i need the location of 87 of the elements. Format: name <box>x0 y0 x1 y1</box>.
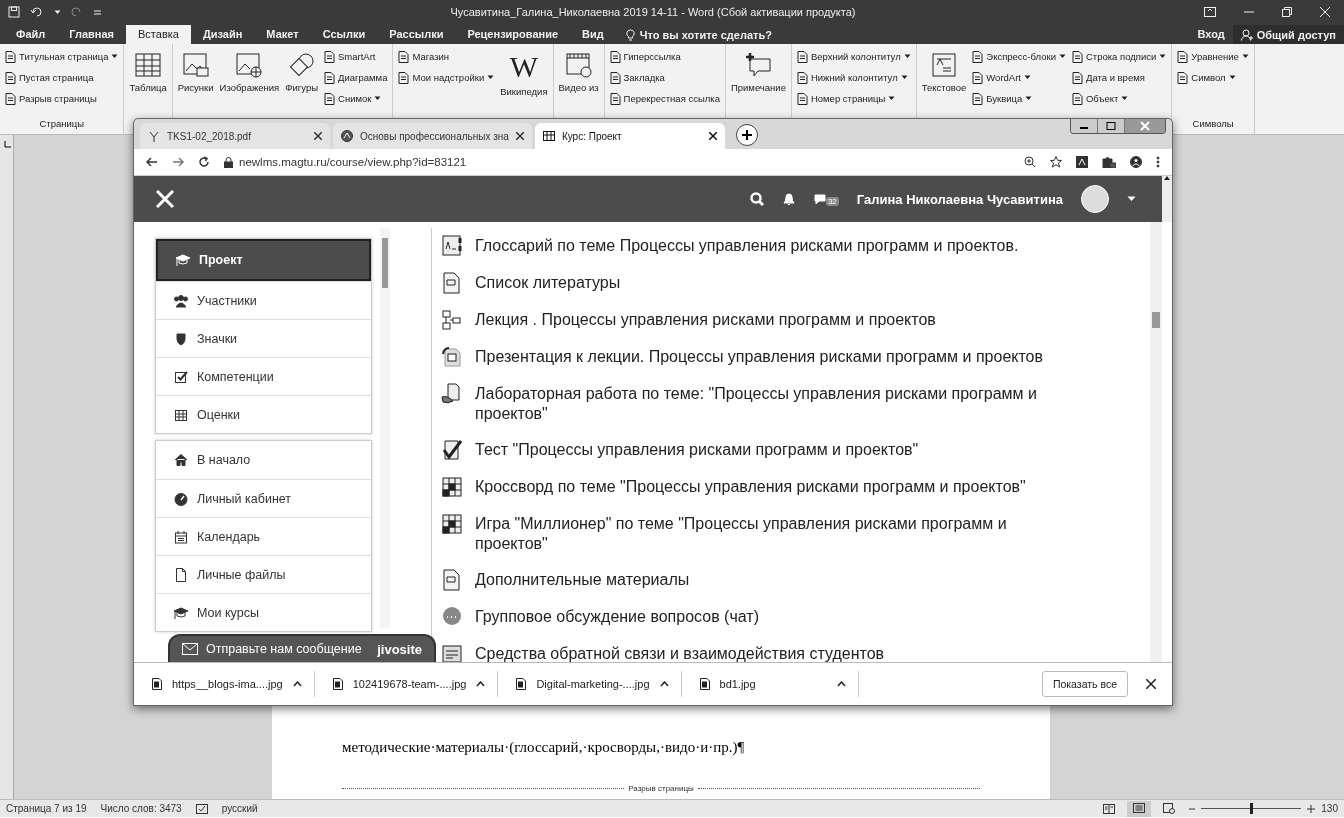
language-indicator[interactable]: русский <box>221 803 258 814</box>
ribbon-button[interactable]: Экспресс-блоки <box>970 47 1068 66</box>
ribbon-button[interactable]: Перекрестная ссылка <box>607 89 722 108</box>
ribbon-tab[interactable]: Рассылки <box>377 25 456 44</box>
browser-tab[interactable]: Основы профессиональных зна <box>333 123 532 149</box>
activity-link[interactable]: Презентация к лекции. Процессы управления рисками программ и проектов <box>475 347 1081 367</box>
chat-widget[interactable]: Отправьте нам сообщение jivosite <box>168 634 436 662</box>
download-item[interactable]: https__blogs-ima....jpg <box>134 671 315 697</box>
activity-link[interactable]: Групповое обсуждение вопросов (чат) <box>475 607 1081 627</box>
ribbon-button[interactable]: Фигуры <box>283 47 321 93</box>
nav-item[interactable]: Мои курсы <box>156 593 371 631</box>
ribbon-button[interactable]: Изображения <box>217 47 282 93</box>
ribbon-button[interactable]: Разрыв страницы <box>3 89 121 108</box>
activity-link[interactable]: Кроссворд по теме "Процессы управления рисками программ и проектов" <box>475 477 1081 497</box>
document-paragraph: методические·материалы·(глоссарий,·кросворды,·видо·и·пр.)¶ <box>342 739 746 756</box>
ribbon-tab[interactable]: Макет <box>254 25 311 44</box>
nav-item[interactable]: Календарь <box>156 517 371 555</box>
wikipedia-logo: W <box>509 51 539 83</box>
chat-widget-label: Отправьте нам сообщение <box>206 642 362 656</box>
activity-link[interactable]: Игра "Миллионер" по теме "Процессы управления рисками программ и проектов" <box>475 514 1081 554</box>
ribbon-button[interactable]: WordArt <box>970 68 1068 87</box>
ribbon-button[interactable]: SmartArt <box>322 47 390 66</box>
page-count[interactable]: Страница 7 из 19 <box>6 803 87 814</box>
nav-item[interactable]: Участники <box>156 281 371 319</box>
nav-item[interactable]: Проект <box>156 239 371 281</box>
page-break-label: Разрыв страницы <box>628 784 694 793</box>
ribbon-button[interactable]: Видео из <box>556 47 601 93</box>
tell-me-search[interactable]: Что вы хотите сделать? <box>639 28 772 41</box>
ribbon-button[interactable]: Рисунки <box>175 47 216 93</box>
nav-item[interactable]: В начало <box>156 441 371 479</box>
download-item[interactable]: Digital-marketing-....jpg <box>498 671 682 697</box>
download-item[interactable]: bd1.jpg <box>681 671 859 697</box>
activity-link[interactable]: Список литературы <box>475 273 1081 293</box>
activity-link[interactable]: Глоссарий по теме Процессы управления рисками программ и проектов. <box>475 236 1081 256</box>
ribbon-button[interactable]: Примечание <box>728 47 788 93</box>
nav-item[interactable]: Личный кабинет <box>156 479 371 517</box>
user-name[interactable]: Галина Николаевна Чусавитина <box>856 191 1063 207</box>
word-count[interactable]: Число слов: 3473 <box>100 803 182 814</box>
browser-tab[interactable]: Курс: Проект <box>534 123 725 149</box>
sign-in-link[interactable]: Вход <box>1189 25 1233 44</box>
ribbon-button[interactable]: Объект <box>1069 89 1169 108</box>
ribbon-button[interactable]: Магазин <box>396 47 497 66</box>
browser-tab[interactable]: TKS1-02_2018.pdf <box>140 123 330 149</box>
ribbon-button[interactable]: Номер страницы <box>794 89 913 108</box>
ribbon-button[interactable]: Диаграмма <box>322 68 390 87</box>
ribbon-tab[interactable]: Дизайн <box>190 25 255 44</box>
ribbon-group-label: Страницы <box>38 118 86 131</box>
ribbon-button[interactable]: W Википедия <box>498 47 550 97</box>
nav-item[interactable]: Оценки <box>156 395 371 433</box>
ribbon-tab[interactable]: Файл <box>4 25 58 44</box>
activity-link[interactable]: Лекция . Процессы управления рисками программ и проектов <box>475 310 1081 330</box>
ribbon-tab[interactable]: Вставка <box>126 25 191 44</box>
chat-brand-label: jivosite <box>377 641 422 657</box>
zoom-level[interactable]: 130 <box>1321 803 1338 814</box>
ribbon-button[interactable]: Буквица <box>970 89 1068 108</box>
activity-link[interactable]: Лабораторная работа по теме: "Процессы управления рисками программ и проектов" <box>475 384 1081 424</box>
window-title: Чусавитина_Галина_Николаевна 2019 14-11 - Word (Сбой активации продукта) <box>449 6 857 18</box>
show-all-button[interactable]: Показать все <box>1041 671 1128 697</box>
nav-item[interactable]: Значки <box>156 319 371 357</box>
nav-item[interactable]: Компетенции <box>156 357 371 395</box>
share-button[interactable]: Общий доступ <box>1232 25 1344 44</box>
ribbon-tab[interactable]: Ссылки <box>310 25 378 44</box>
address-bar[interactable]: newlms.magtu.ru/course/view.php?id=83121 <box>239 156 467 168</box>
ribbon-tab[interactable]: Главная <box>57 25 126 44</box>
download-item[interactable]: 102419678-team-....jpg <box>314 671 499 697</box>
ribbon-button[interactable]: Текстовое <box>919 47 969 93</box>
ribbon-button[interactable]: Пустая страница <box>3 68 121 87</box>
message-count-badge: 32 <box>825 196 839 206</box>
activity-link[interactable]: Дополнительные материалы <box>475 570 1081 590</box>
ribbon-button[interactable]: Мои надстройки <box>396 68 497 87</box>
ribbon-button[interactable]: Верхний колонтитул <box>794 47 913 66</box>
ribbon-button[interactable]: Гиперссылка <box>607 47 722 66</box>
ribbon-button[interactable]: Строка подписи <box>1069 47 1169 66</box>
ribbon-button[interactable]: Символ <box>1175 68 1251 87</box>
ribbon-tab[interactable]: Рецензирование <box>455 25 571 44</box>
ribbon-tab[interactable]: Вид <box>570 25 616 44</box>
ribbon-button[interactable]: Титульная страница <box>3 47 121 66</box>
activity-link[interactable]: Тест "Процессы управления рисками программ и проектов" <box>475 440 1081 460</box>
ribbon-group-label: Символы <box>1191 118 1235 131</box>
ribbon-button[interactable]: Уравнение <box>1175 47 1251 66</box>
ribbon-button[interactable]: Снимок <box>322 89 390 108</box>
ribbon-button[interactable]: Таблица <box>127 47 169 93</box>
ribbon-button[interactable]: Нижний колонтитул <box>794 68 913 87</box>
ribbon-button[interactable]: Закладка <box>607 68 722 87</box>
activity-link[interactable]: Средства обратной связи и взаимодействия студентов <box>475 644 1081 662</box>
ribbon-button[interactable]: Дата и время <box>1069 68 1169 87</box>
nav-item[interactable]: Личные файлы <box>156 555 371 593</box>
